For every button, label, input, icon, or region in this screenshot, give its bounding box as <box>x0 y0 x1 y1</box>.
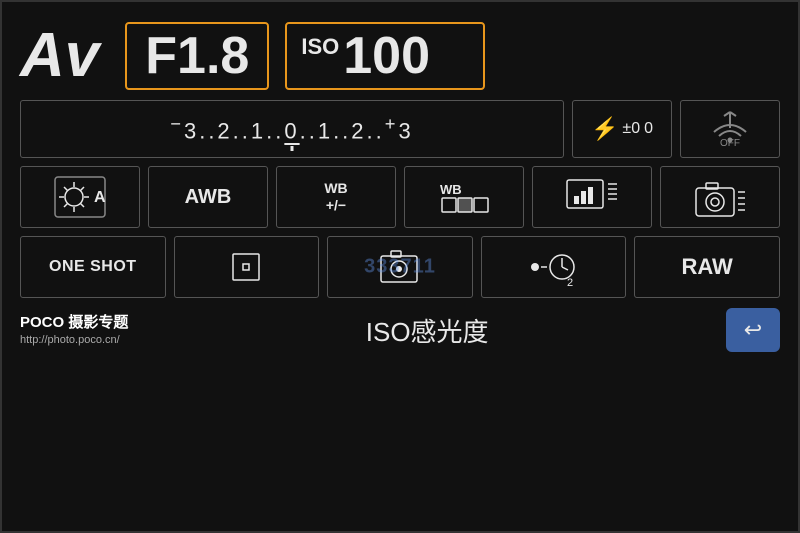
exposure-bar[interactable]: −3..2..1..0..1..2..+3 <box>20 100 564 158</box>
camera-screen: 333711 Av F1.8 ISO 100 −3..2..1..0..1..2… <box>0 0 800 533</box>
second-row: −3..2..1..0..1..2..+3 ⚡ ±0 0 <box>20 100 780 158</box>
aperture-box[interactable]: F1.8 <box>125 22 269 90</box>
wifi-icon: OFF <box>710 110 750 149</box>
exposure-indicator <box>291 146 294 151</box>
af-display-icon <box>564 174 620 220</box>
camera-settings-icon <box>692 174 748 220</box>
svg-text:A: A <box>94 189 106 206</box>
third-row: A AWB WB+/− WB <box>20 166 780 228</box>
bottom-row: POCO 摄影专题 http://photo.poco.cn/ ISO感光度 ↩ <box>20 308 780 352</box>
self-timer-box[interactable]: 2 <box>481 236 627 298</box>
wb-shift-label: WB+/− <box>324 180 347 214</box>
metering-box[interactable]: A <box>20 166 140 228</box>
wifi-box[interactable]: OFF <box>680 100 780 158</box>
wb-bracket-box[interactable]: WB <box>404 166 524 228</box>
wb-shift-box[interactable]: WB+/− <box>276 166 396 228</box>
back-button[interactable]: ↩ <box>726 308 780 352</box>
awb-box[interactable]: AWB <box>148 166 268 228</box>
poco-url: http://photo.poco.cn/ <box>20 333 128 348</box>
flash-icon: ⚡ <box>591 116 618 142</box>
af-point-box[interactable] <box>174 236 320 298</box>
awb-label: AWB <box>185 186 232 209</box>
camera-settings-box[interactable] <box>660 166 780 228</box>
top-row: Av F1.8 ISO 100 <box>20 22 780 90</box>
live-view-box[interactable] <box>327 236 473 298</box>
iso-box[interactable]: ISO 100 <box>285 22 485 90</box>
flash-pm: ±0 <box>622 120 640 138</box>
wb-bracket-icon: WB <box>438 174 490 220</box>
one-shot-label: ONE SHOT <box>49 258 137 276</box>
af-point-icon <box>223 244 269 290</box>
self-timer-icon: 2 <box>529 244 579 290</box>
iso-value: 100 <box>343 30 430 82</box>
exposure-scale: −3..2..1..0..1..2..+3 <box>170 113 413 144</box>
af-display-box[interactable] <box>532 166 652 228</box>
metering-icon: A <box>52 174 108 220</box>
one-shot-box[interactable]: ONE SHOT <box>20 236 166 298</box>
flash-value: 0 <box>644 120 653 138</box>
svg-text:2: 2 <box>567 277 573 289</box>
raw-box[interactable]: RAW <box>634 236 780 298</box>
fourth-row: ONE SHOT <box>20 236 780 298</box>
raw-label: RAW <box>682 254 733 280</box>
mode-label: Av <box>20 25 99 87</box>
iso-label: ISO <box>301 34 339 60</box>
svg-text:WB: WB <box>440 182 462 197</box>
live-view-icon <box>377 244 423 290</box>
iso-title: ISO感光度 <box>128 312 726 349</box>
svg-text:OFF: OFF <box>720 138 740 146</box>
flash-box[interactable]: ⚡ ±0 0 <box>572 100 672 158</box>
poco-brand: POCO 摄影专题 <box>20 312 128 333</box>
poco-logo: POCO 摄影专题 http://photo.poco.cn/ <box>20 312 128 348</box>
